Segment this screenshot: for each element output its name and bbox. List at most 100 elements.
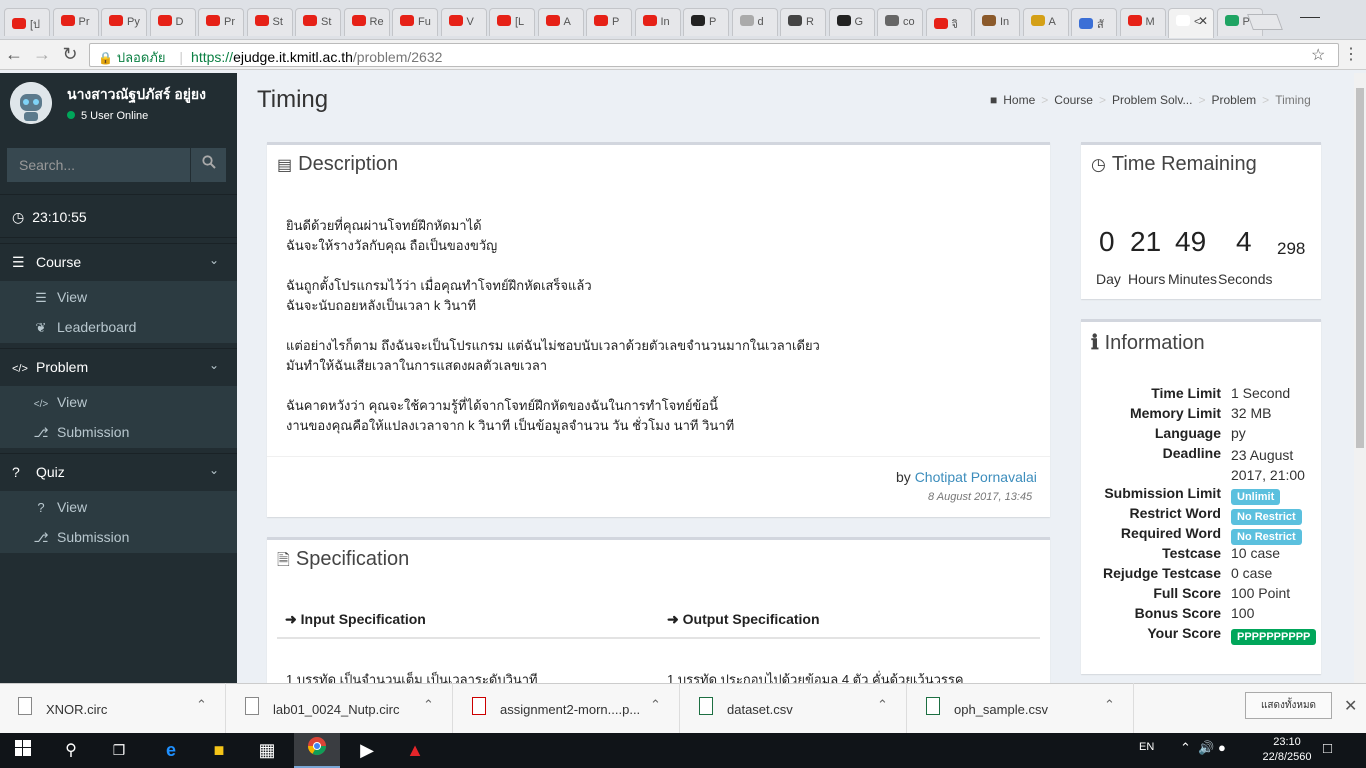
tab-favicon-icon bbox=[497, 15, 511, 26]
download-item[interactable]: dataset.csv ⌃ bbox=[681, 683, 907, 733]
browser-tab[interactable]: R bbox=[780, 8, 826, 36]
acrobat-icon[interactable]: ▲ bbox=[392, 733, 438, 768]
time-remaining-heading: ◷ Time Remaining bbox=[1091, 153, 1257, 176]
browser-tab[interactable]: Fu bbox=[392, 8, 438, 36]
browser-tab[interactable]: P bbox=[586, 8, 632, 36]
browser-tab[interactable]: V bbox=[440, 8, 487, 36]
new-tab-button[interactable] bbox=[1247, 14, 1283, 30]
breadcrumb-item[interactable]: Problem bbox=[1211, 93, 1256, 107]
notification-icon[interactable]: □ bbox=[1323, 740, 1332, 757]
browser-tab[interactable]: < ✕ bbox=[1168, 8, 1214, 38]
chevron-up-icon[interactable]: ⌃ bbox=[1180, 740, 1191, 755]
tab-label: สั bbox=[1097, 19, 1104, 31]
info-badge: Unlimit bbox=[1231, 489, 1281, 505]
browser-tab[interactable]: Pr bbox=[52, 8, 99, 36]
wifi-icon[interactable]: ● bbox=[1218, 740, 1226, 755]
breadcrumb-item[interactable]: Course bbox=[1054, 93, 1093, 107]
address-bar[interactable]: 🔒 ปลอดภัย | https://ejudge.it.kmitl.ac.th… bbox=[89, 43, 1339, 67]
browser-tab[interactable]: Py bbox=[101, 8, 147, 36]
browser-tab[interactable]: Re bbox=[343, 8, 390, 36]
pdf-file-icon bbox=[472, 697, 486, 715]
tab-label: A bbox=[563, 16, 571, 28]
sidebar-section-quiz[interactable]: ? Quiz ⌄ bbox=[0, 453, 237, 489]
close-icon[interactable]: ✕ bbox=[1344, 696, 1357, 716]
browser-tab[interactable]: จิ bbox=[925, 8, 972, 36]
browser-tab[interactable]: [ป bbox=[4, 8, 50, 36]
edge-browser-icon[interactable]: e bbox=[148, 733, 194, 768]
download-item[interactable]: assignment2-morn....p... ⌃ bbox=[454, 683, 680, 733]
browser-menu-icon[interactable]: ⋮ bbox=[1343, 44, 1359, 64]
tab-favicon-icon bbox=[254, 15, 269, 26]
description-paragraph: แต่อย่างไรก็ตาม ถึงฉันจะเป็นโปรแกรม แต่ฉ… bbox=[286, 336, 820, 376]
media-player-icon[interactable]: ▶ bbox=[344, 733, 390, 768]
sidebar-section-problem[interactable]: </> Problem ⌄ bbox=[0, 348, 237, 384]
download-item[interactable]: oph_sample.csv ⌃ bbox=[908, 683, 1134, 733]
chevron-up-icon[interactable]: ⌃ bbox=[423, 697, 434, 713]
search-input[interactable] bbox=[7, 148, 190, 182]
info-key: Language bbox=[1154, 425, 1221, 441]
chrome-icon[interactable] bbox=[294, 733, 340, 768]
forward-arrow-icon[interactable]: → bbox=[32, 44, 52, 64]
task-view-icon[interactable]: ❐ bbox=[96, 733, 142, 768]
browser-tab[interactable]: In bbox=[974, 8, 1020, 36]
store-icon[interactable]: ▦ bbox=[244, 733, 290, 768]
browser-tab[interactable]: St bbox=[246, 8, 293, 36]
chevron-up-icon[interactable]: ⌃ bbox=[650, 697, 661, 713]
browser-tab[interactable]: P bbox=[683, 8, 729, 36]
info-value-text: 23 August 2017, 21:00 bbox=[1231, 447, 1305, 483]
chevron-up-icon[interactable]: ⌃ bbox=[196, 697, 207, 713]
windows-start-icon[interactable] bbox=[0, 733, 46, 768]
browser-tab[interactable]: D bbox=[149, 8, 196, 36]
search-button[interactable] bbox=[190, 148, 226, 182]
browser-tab[interactable]: A bbox=[1022, 8, 1069, 36]
sidebar-item-quiz-view[interactable]: ? View bbox=[0, 493, 237, 523]
file-explorer-icon[interactable]: ■ bbox=[196, 733, 242, 768]
browser-tab[interactable]: Pr bbox=[198, 8, 244, 36]
volume-icon[interactable]: 🔊 bbox=[1198, 740, 1214, 755]
info-value: Unlimit bbox=[1231, 487, 1281, 505]
sidebar-item-problem-view[interactable]: </> View bbox=[0, 388, 237, 418]
tab-close-icon[interactable]: ✕ bbox=[1198, 14, 1208, 28]
sidebar-item-problem-submission[interactable]: ⎇ Submission bbox=[0, 418, 237, 448]
sidebar-item-course-view[interactable]: ☰ View bbox=[0, 283, 237, 313]
sidebar-section-course[interactable]: ☰ Course ⌄ bbox=[0, 243, 237, 279]
info-value-text: 32 MB bbox=[1231, 405, 1272, 421]
sidebar-item-course-leaderboard[interactable]: ❦ Leaderboard bbox=[0, 313, 237, 343]
breadcrumb-item[interactable]: Home bbox=[1003, 93, 1035, 107]
browser-tab[interactable]: In bbox=[634, 8, 681, 36]
tab-favicon-icon bbox=[303, 15, 317, 26]
browser-tab[interactable]: d bbox=[731, 8, 778, 36]
info-key: Full Score bbox=[1153, 585, 1221, 601]
info-key: Memory Limit bbox=[1129, 405, 1221, 421]
system-tray-icons[interactable]: ⌃ 🔊 ● bbox=[1180, 740, 1226, 756]
tab-favicon-icon bbox=[109, 15, 123, 26]
chevron-up-icon[interactable]: ⌃ bbox=[1104, 697, 1115, 713]
scrollbar-thumb[interactable] bbox=[1356, 88, 1364, 448]
search-icon[interactable]: ⚲ bbox=[48, 733, 94, 768]
tab-favicon-icon bbox=[60, 15, 75, 26]
tab-label: d bbox=[757, 16, 764, 28]
sidebar-item-label: Submission bbox=[57, 424, 130, 440]
browser-tab[interactable]: St bbox=[295, 8, 341, 36]
window-minimize-button[interactable] bbox=[1300, 4, 1320, 18]
system-clock[interactable]: 23:10 22/8/2560 bbox=[1257, 735, 1317, 765]
browser-tab[interactable]: co bbox=[877, 8, 923, 36]
author-link[interactable]: Chotipat Pornavalai bbox=[915, 469, 1037, 485]
browser-tab[interactable]: G bbox=[828, 8, 875, 36]
show-all-downloads-button[interactable]: แสดงทั้งหมด bbox=[1245, 692, 1332, 719]
input-language[interactable]: EN bbox=[1139, 741, 1154, 753]
reload-icon[interactable]: ↻ bbox=[60, 44, 80, 64]
download-item[interactable]: XNOR.circ ⌃ bbox=[0, 683, 226, 733]
breadcrumb-item[interactable]: Problem Solv... bbox=[1112, 93, 1192, 107]
download-item[interactable]: lab01_0024_Nutp.circ ⌃ bbox=[227, 683, 453, 733]
chevron-up-icon[interactable]: ⌃ bbox=[877, 697, 888, 713]
author-prefix: by bbox=[896, 469, 911, 485]
browser-tab[interactable]: สั bbox=[1071, 8, 1117, 36]
tab-label: จิ bbox=[951, 19, 958, 31]
back-arrow-icon[interactable]: ← bbox=[4, 44, 24, 64]
bookmark-star-icon[interactable]: ☆ bbox=[1311, 45, 1325, 65]
browser-tab[interactable]: [L bbox=[489, 8, 535, 36]
sidebar-item-quiz-submission[interactable]: ⎇ Submission bbox=[0, 523, 237, 553]
browser-tab[interactable]: M bbox=[1119, 8, 1166, 36]
browser-tab[interactable]: A bbox=[537, 8, 584, 36]
